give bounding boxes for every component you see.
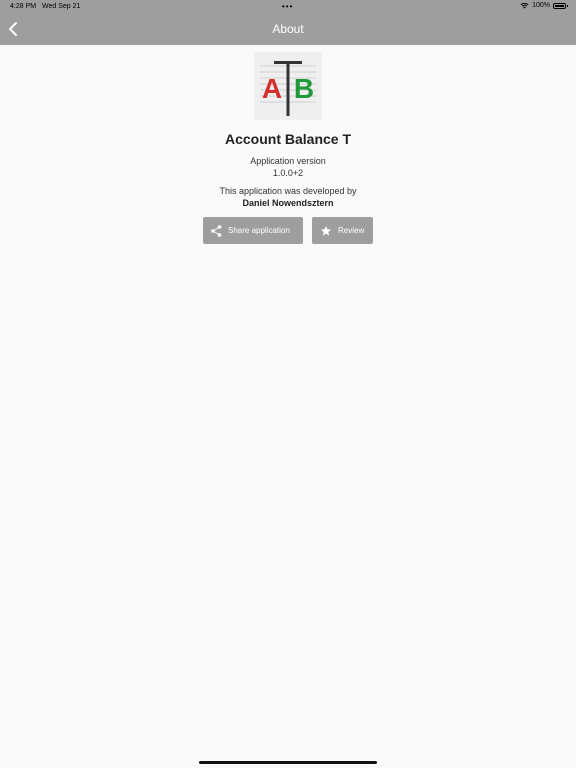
status-date: Wed Sep 21 — [42, 3, 81, 10]
version-value: 1.0.0+2 — [272, 168, 304, 178]
review-button-label: Review — [338, 226, 365, 235]
page-title: About — [272, 22, 304, 36]
status-bar: 4:28 PM Wed Sep 21 ••• 100% — [0, 0, 576, 14]
star-icon — [321, 225, 331, 235]
status-right: 100% — [520, 2, 568, 9]
multitasking-dots[interactable]: ••• — [282, 2, 293, 11]
share-button-label: Share application — [228, 226, 290, 235]
version-label: Application version — [250, 156, 326, 166]
logo-letter-a: A — [262, 73, 282, 104]
battery-percent: 100% — [532, 2, 550, 9]
logo-letter-b: B — [294, 73, 314, 104]
developed-by-label: This application was developed by — [219, 186, 357, 196]
app-name: Account Balance T — [224, 131, 352, 147]
home-indicator[interactable] — [199, 761, 377, 764]
status-time: 4:28 PM — [10, 3, 37, 10]
battery-icon — [553, 2, 568, 9]
wifi-icon — [520, 2, 529, 9]
share-icon — [211, 224, 222, 237]
about-screen: 4:28 PM Wed Sep 21 ••• 100% About A B Ac… — [0, 0, 576, 768]
app-logo: A B — [254, 52, 322, 120]
review-button[interactable]: Review — [312, 217, 373, 244]
developer-name: Daniel Nowendsztern — [242, 198, 334, 208]
share-application-button[interactable]: Share application — [203, 217, 303, 244]
app-bar: 4:28 PM Wed Sep 21 ••• 100% About — [0, 0, 576, 45]
